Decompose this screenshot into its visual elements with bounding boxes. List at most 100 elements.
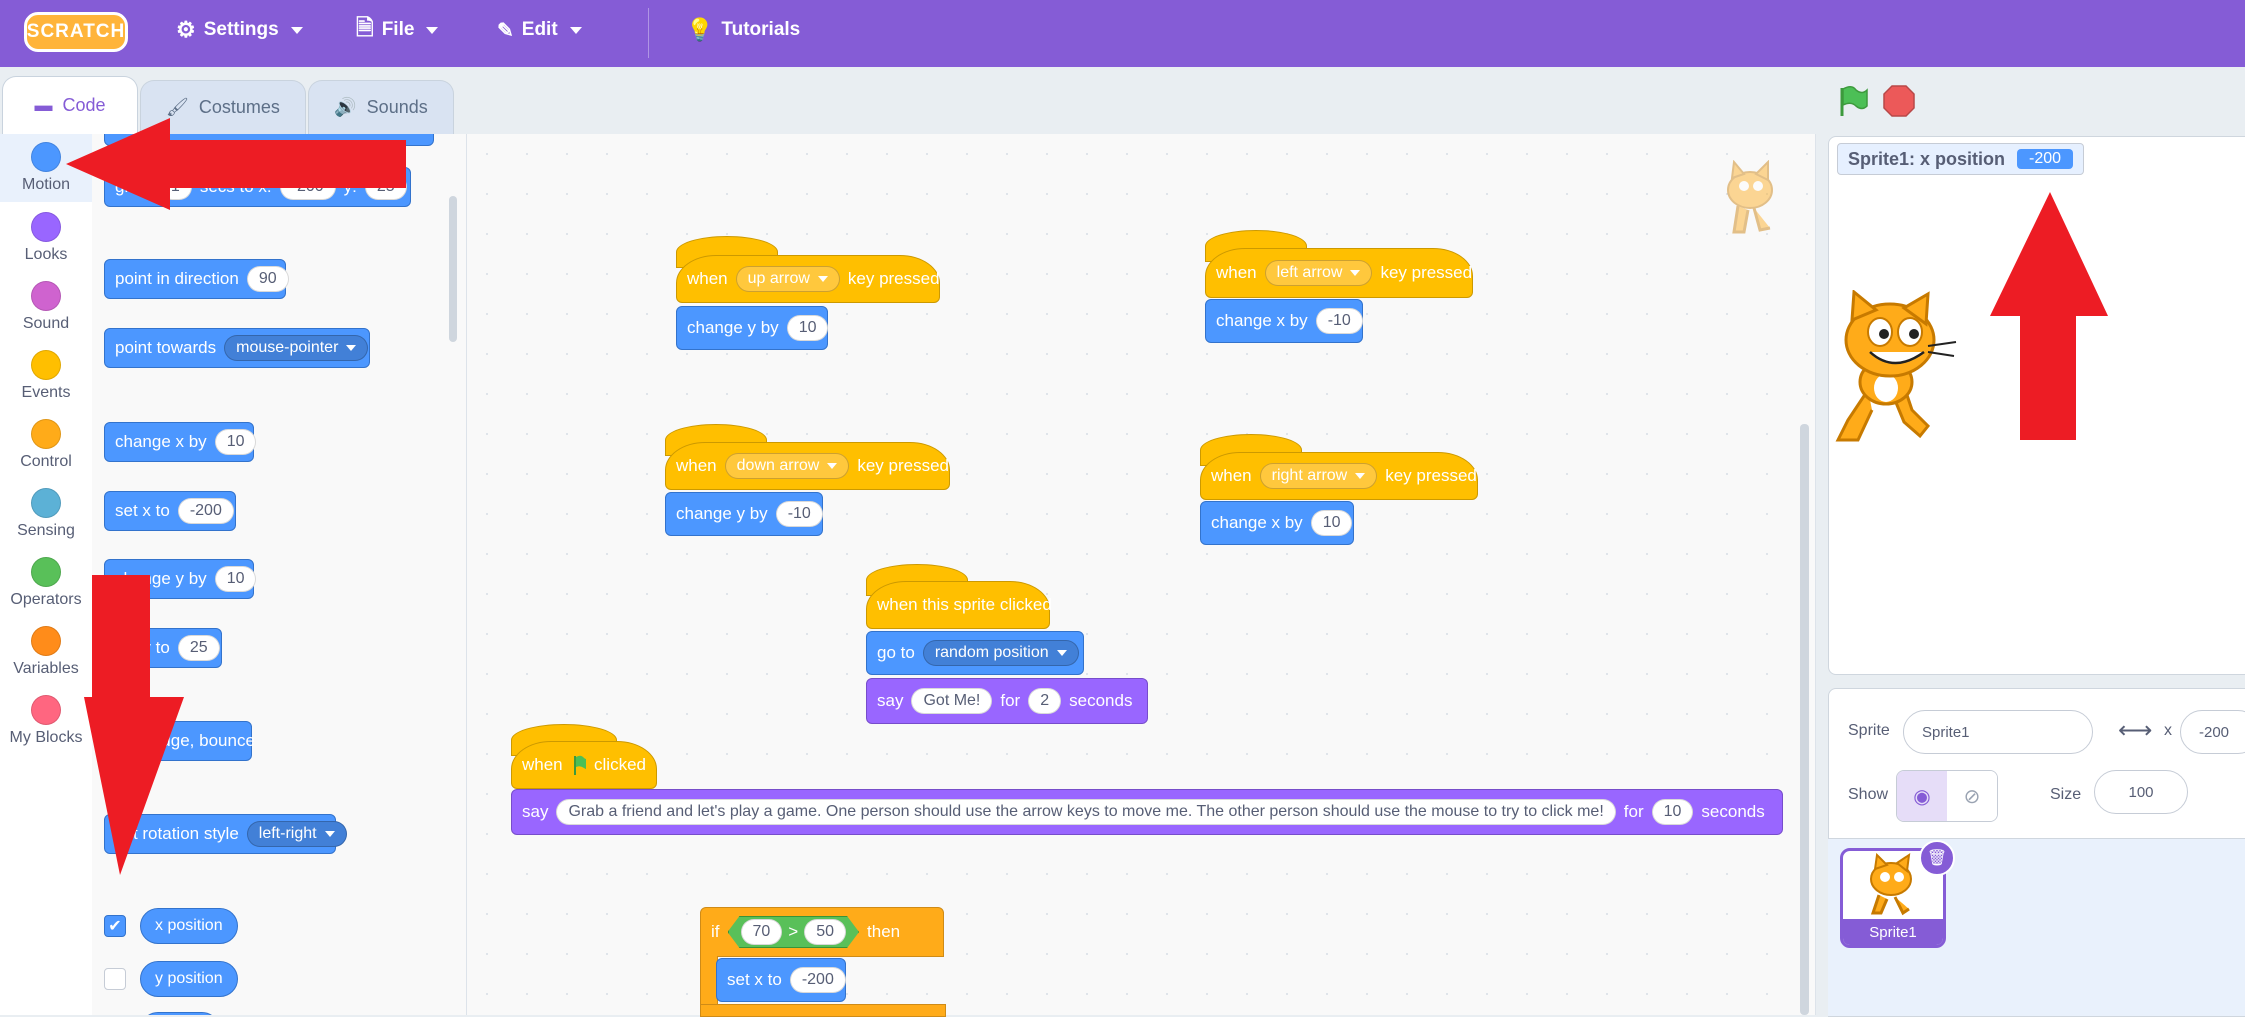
palette-scrollbar[interactable] <box>449 196 457 342</box>
category-control[interactable]: Control <box>0 419 92 471</box>
dropdown-value: mouse-pointer <box>236 339 339 356</box>
caret-down-icon <box>1350 270 1361 276</box>
delete-sprite-button[interactable]: 🗑 <box>1919 840 1955 876</box>
block-input[interactable]: Got Me! <box>911 688 993 714</box>
code-scrollbar[interactable] <box>1800 424 1809 1015</box>
block-input[interactable]: 10 <box>1310 510 1353 536</box>
stop-button[interactable] <box>1882 84 1916 123</box>
block-input[interactable]: 10 <box>214 429 257 455</box>
file-label: File <box>381 19 415 40</box>
when-key-pressed-block[interactable]: when down arrow key pressed <box>665 442 950 490</box>
size-label: Size <box>2050 786 2082 803</box>
dropdown-value: right arrow <box>1271 467 1348 484</box>
change-x-block[interactable]: change x by 10 <box>1200 501 1354 545</box>
code-area[interactable] <box>467 134 1816 1015</box>
trash-icon: 🗑 <box>1926 850 1948 867</box>
category-variables[interactable]: Variables <box>0 626 92 678</box>
tab-sounds-label: Sounds <box>366 97 428 117</box>
tab-costumes-label: Costumes <box>198 97 280 117</box>
eye-slash-icon[interactable]: ⊘ <box>1947 771 1997 821</box>
block-input[interactable]: 10 <box>1651 799 1694 825</box>
palette-change-x-block[interactable]: change x by 10 <box>104 422 257 462</box>
when-key-pressed-block[interactable]: when left arrow key pressed <box>1205 248 1473 298</box>
sprite-name-field[interactable]: Sprite1 <box>1903 710 2093 754</box>
category-events[interactable]: Events <box>0 350 92 402</box>
say-for-seconds-block[interactable]: say Got Me! for 2 seconds <box>866 678 1148 724</box>
say-for-seconds-block[interactable]: say Grab a friend and let's play a game.… <box>511 789 1783 835</box>
control-dot-icon <box>31 419 61 449</box>
caret-down-icon <box>827 463 838 469</box>
size-field[interactable]: 100 <box>2094 770 2188 814</box>
palette-set-x-block[interactable]: set x to -200 <box>104 491 236 531</box>
category-label: Events <box>21 384 71 401</box>
block-input[interactable]: 10 <box>214 566 257 592</box>
y-position-reporter[interactable]: y position <box>140 961 238 997</box>
block-input[interactable]: -10 <box>1315 308 1363 334</box>
when-key-pressed-block[interactable]: when up arrow key pressed <box>676 255 940 303</box>
block-input[interactable]: 25 <box>177 635 220 661</box>
green-flag-icon <box>1840 86 1868 116</box>
block-input[interactable]: 2 <box>1028 688 1062 714</box>
if-then-block[interactable]: if 70 > 50 then <box>700 907 944 957</box>
category-sensing[interactable]: Sensing <box>0 488 92 540</box>
key-dropdown[interactable]: right arrow <box>1259 463 1378 489</box>
block-input[interactable]: 70 <box>741 919 783 945</box>
block-text: clicked <box>594 755 646 774</box>
x-field[interactable]: -200 <box>2180 710 2245 754</box>
change-x-block[interactable]: change x by -10 <box>1205 299 1363 343</box>
category-label: Looks <box>24 246 68 263</box>
block-input[interactable]: -10 <box>775 501 823 527</box>
block-input[interactable]: Grab a friend and let's play a game. One… <box>556 799 1616 825</box>
block-input[interactable]: 50 <box>804 919 846 945</box>
change-y-block[interactable]: change y by 10 <box>676 306 829 350</box>
category-label: Control <box>20 453 72 470</box>
set-x-block[interactable]: set x to -200 <box>716 958 846 1002</box>
block-text: point towards <box>115 338 217 357</box>
block-input[interactable]: 10 <box>786 315 829 341</box>
green-flag-button[interactable] <box>1836 84 1870 123</box>
x-label: x <box>2164 722 2172 739</box>
change-y-block[interactable]: change y by -10 <box>665 492 823 536</box>
block-input[interactable]: -200 <box>177 498 234 524</box>
category-operators[interactable]: Operators <box>0 557 92 609</box>
block-text: when <box>687 269 728 288</box>
edit-menu[interactable]: ✎ Edit <box>497 0 582 60</box>
go-to-block[interactable]: go to random position <box>866 631 1084 675</box>
category-my-blocks[interactable]: My Blocks <box>0 695 92 747</box>
when-flag-clicked-block[interactable]: when clicked <box>511 741 657 789</box>
red-arrow-left-annotation <box>66 118 406 210</box>
key-dropdown[interactable]: left arrow <box>1264 260 1373 286</box>
dropdown-value: random position <box>934 644 1049 661</box>
scratch-logo[interactable]: SCRATCH <box>24 12 128 52</box>
file-menu[interactable]: 🗎 File <box>356 0 439 60</box>
horizontal-arrows-icon: ⟷ <box>2118 717 2153 744</box>
check-icon: ✔ <box>108 918 122 935</box>
settings-menu[interactable]: ⚙ Settings <box>176 0 303 60</box>
eye-icon[interactable]: ◉ <box>1897 771 1947 821</box>
palette-point-in-direction-block[interactable]: point in direction 90 <box>104 259 289 299</box>
key-dropdown[interactable]: up arrow <box>735 266 840 292</box>
block-dropdown[interactable]: random position <box>922 640 1079 666</box>
block-dropdown[interactable]: mouse-pointer <box>224 335 369 361</box>
key-dropdown[interactable]: down arrow <box>724 453 850 479</box>
category-looks[interactable]: Looks <box>0 212 92 264</box>
cat-sprite[interactable] <box>1828 289 1958 455</box>
category-label: My Blocks <box>9 729 83 746</box>
when-sprite-clicked-block[interactable]: when this sprite clicked <box>866 581 1052 629</box>
dropdown-value: left arrow <box>1276 264 1343 281</box>
x-position-monitor[interactable]: Sprite1: x position -200 <box>1837 143 2085 175</box>
greater-than-operator[interactable]: 70 > 50 <box>728 916 860 948</box>
category-sound[interactable]: Sound <box>0 281 92 333</box>
block-input[interactable]: 90 <box>246 266 289 292</box>
block-text: when <box>522 755 563 774</box>
block-text: say <box>877 691 904 710</box>
block-input[interactable]: -200 <box>789 967 846 993</box>
x-position-checkbox[interactable]: ✔ <box>104 915 126 937</box>
tutorials-menu[interactable]: 💡 Tutorials <box>686 0 800 60</box>
red-arrow-up-annotation <box>1990 192 2108 440</box>
y-position-checkbox[interactable] <box>104 968 126 990</box>
block-dropdown[interactable]: left-right <box>246 821 347 847</box>
when-key-pressed-block[interactable]: when right arrow key pressed <box>1200 452 1478 500</box>
palette-point-towards-block[interactable]: point towards mouse-pointer <box>104 328 370 368</box>
x-position-reporter[interactable]: x position <box>140 908 238 944</box>
